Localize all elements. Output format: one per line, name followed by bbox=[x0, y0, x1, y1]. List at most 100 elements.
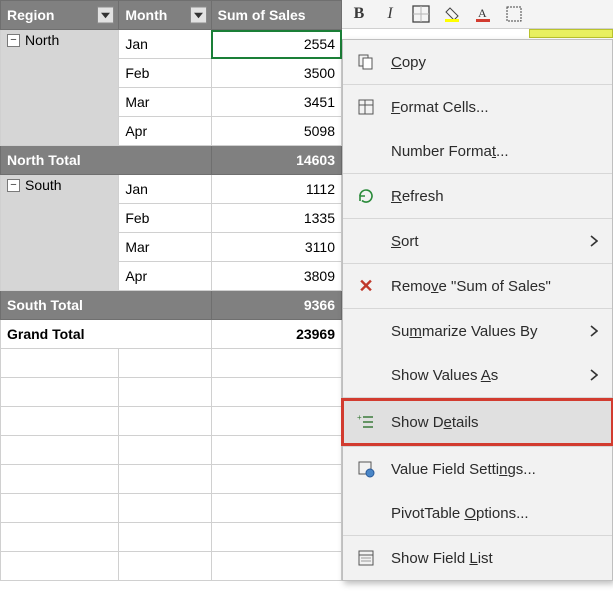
month-cell[interactable]: Feb bbox=[119, 59, 211, 88]
empty-row[interactable] bbox=[1, 465, 342, 494]
spacer-icon bbox=[355, 320, 377, 342]
format-cells-icon bbox=[355, 96, 377, 118]
sales-cell[interactable]: 3110 bbox=[211, 233, 341, 262]
empty-row[interactable] bbox=[1, 349, 342, 378]
ctx-value-field-settings[interactable]: Value Field Settings... bbox=[343, 447, 612, 491]
ctx-label: Summarize Values By bbox=[391, 323, 576, 340]
ctx-refresh[interactable]: Refresh bbox=[343, 174, 612, 218]
collapse-icon[interactable]: − bbox=[7, 179, 20, 192]
bold-icon[interactable]: B bbox=[348, 3, 370, 25]
sales-cell[interactable]: 3809 bbox=[211, 262, 341, 291]
ctx-show-details[interactable]: + Show Details bbox=[343, 398, 612, 446]
spacer-icon bbox=[355, 364, 377, 386]
month-cell[interactable]: Jan bbox=[119, 30, 211, 59]
chevron-right-icon bbox=[590, 235, 598, 247]
ctx-label: Show Values As bbox=[391, 367, 576, 384]
empty-row[interactable] bbox=[1, 552, 342, 581]
region-cell-south[interactable]: − South bbox=[1, 175, 119, 291]
chevron-right-icon bbox=[590, 369, 598, 381]
context-menu: Copy Format Cells... Number Format... Re… bbox=[342, 39, 613, 581]
fill-color-icon[interactable] bbox=[441, 3, 463, 25]
field-list-icon bbox=[355, 547, 377, 569]
italic-icon[interactable]: I bbox=[379, 3, 401, 25]
empty-row[interactable] bbox=[1, 523, 342, 552]
grand-total-row[interactable]: Grand Total 23969 bbox=[1, 320, 342, 349]
ctx-label: Value Field Settings... bbox=[391, 461, 598, 478]
ctx-label: Show Field List bbox=[391, 550, 598, 567]
mini-toolbar: B I A bbox=[342, 0, 613, 29]
ctx-format-cells[interactable]: Format Cells... bbox=[343, 85, 612, 129]
region-label: South bbox=[25, 177, 62, 193]
ctx-show-values-as[interactable]: Show Values As bbox=[343, 353, 612, 397]
ctx-summarize[interactable]: Summarize Values By bbox=[343, 309, 612, 353]
subtotal-label: North Total bbox=[1, 146, 212, 175]
empty-row[interactable] bbox=[1, 378, 342, 407]
ctx-label: Sort bbox=[391, 233, 576, 250]
ctx-label: Number Format... bbox=[391, 143, 598, 160]
spacer-icon bbox=[355, 140, 377, 162]
accent-highlight bbox=[529, 29, 613, 38]
svg-text:+: + bbox=[357, 413, 362, 422]
region-cell-north[interactable]: − North bbox=[1, 30, 119, 146]
ctx-label: Remove "Sum of Sales" bbox=[391, 278, 598, 295]
ctx-remove[interactable]: ✕ Remove "Sum of Sales" bbox=[343, 264, 612, 308]
table-row[interactable]: − South Jan 1112 bbox=[1, 175, 342, 204]
header-month-label: Month bbox=[125, 7, 167, 23]
collapse-icon[interactable]: − bbox=[7, 34, 20, 47]
header-region-label: Region bbox=[7, 7, 54, 23]
sales-cell[interactable]: 1335 bbox=[211, 204, 341, 233]
header-sales-label: Sum of Sales bbox=[218, 7, 306, 23]
more-borders-icon[interactable] bbox=[503, 3, 525, 25]
filter-dropdown-icon[interactable] bbox=[97, 7, 114, 24]
chevron-right-icon bbox=[590, 325, 598, 337]
ctx-pivot-options[interactable]: PivotTable Options... bbox=[343, 491, 612, 535]
sales-cell[interactable]: 5098 bbox=[211, 117, 341, 146]
ctx-label: Refresh bbox=[391, 188, 598, 205]
remove-icon: ✕ bbox=[355, 275, 377, 297]
sales-cell[interactable]: 1112 bbox=[211, 175, 341, 204]
month-cell[interactable]: Feb bbox=[119, 204, 211, 233]
subtotal-value: 14603 bbox=[211, 146, 341, 175]
month-cell[interactable]: Jan bbox=[119, 175, 211, 204]
sales-cell[interactable]: 3451 bbox=[211, 88, 341, 117]
ctx-number-format[interactable]: Number Format... bbox=[343, 129, 612, 173]
refresh-icon bbox=[355, 185, 377, 207]
sales-cell[interactable]: 3500 bbox=[211, 59, 341, 88]
font-color-icon[interactable]: A bbox=[472, 3, 494, 25]
copy-icon bbox=[355, 51, 377, 73]
svg-text:A: A bbox=[478, 6, 487, 20]
empty-row[interactable] bbox=[1, 407, 342, 436]
subtotal-row-south[interactable]: South Total 9366 bbox=[1, 291, 342, 320]
empty-row[interactable] bbox=[1, 494, 342, 523]
header-month[interactable]: Month bbox=[119, 1, 211, 30]
month-cell[interactable]: Apr bbox=[119, 117, 211, 146]
subtotal-row-north[interactable]: North Total 14603 bbox=[1, 146, 342, 175]
ctx-label: Show Details bbox=[391, 414, 598, 431]
header-sales: Sum of Sales bbox=[211, 1, 341, 30]
region-label: North bbox=[25, 32, 59, 48]
month-cell[interactable]: Mar bbox=[119, 233, 211, 262]
header-region[interactable]: Region bbox=[1, 1, 119, 30]
show-details-icon: + bbox=[355, 411, 377, 433]
borders-icon[interactable] bbox=[410, 3, 432, 25]
ctx-label: Format Cells... bbox=[391, 99, 598, 116]
ctx-label: Copy bbox=[391, 54, 598, 71]
ctx-sort[interactable]: Sort bbox=[343, 219, 612, 263]
table-row[interactable]: − North Jan 2554 bbox=[1, 30, 342, 59]
filter-dropdown-icon[interactable] bbox=[190, 7, 207, 24]
ctx-copy[interactable]: Copy bbox=[343, 40, 612, 84]
sales-cell-selected[interactable]: 2554 bbox=[211, 30, 341, 59]
grand-total-label: Grand Total bbox=[1, 320, 212, 349]
ctx-show-field-list[interactable]: Show Field List bbox=[343, 536, 612, 580]
subtotal-value: 9366 bbox=[211, 291, 341, 320]
month-cell[interactable]: Apr bbox=[119, 262, 211, 291]
empty-row[interactable] bbox=[1, 436, 342, 465]
month-cell[interactable]: Mar bbox=[119, 88, 211, 117]
pivot-table: Region Month Sum of Sales − North Jan 25… bbox=[0, 0, 342, 581]
value-field-settings-icon bbox=[355, 458, 377, 480]
spacer-icon bbox=[355, 502, 377, 524]
spacer-icon bbox=[355, 230, 377, 252]
subtotal-label: South Total bbox=[1, 291, 212, 320]
grand-total-value: 23969 bbox=[211, 320, 341, 349]
ctx-label: PivotTable Options... bbox=[391, 505, 598, 522]
